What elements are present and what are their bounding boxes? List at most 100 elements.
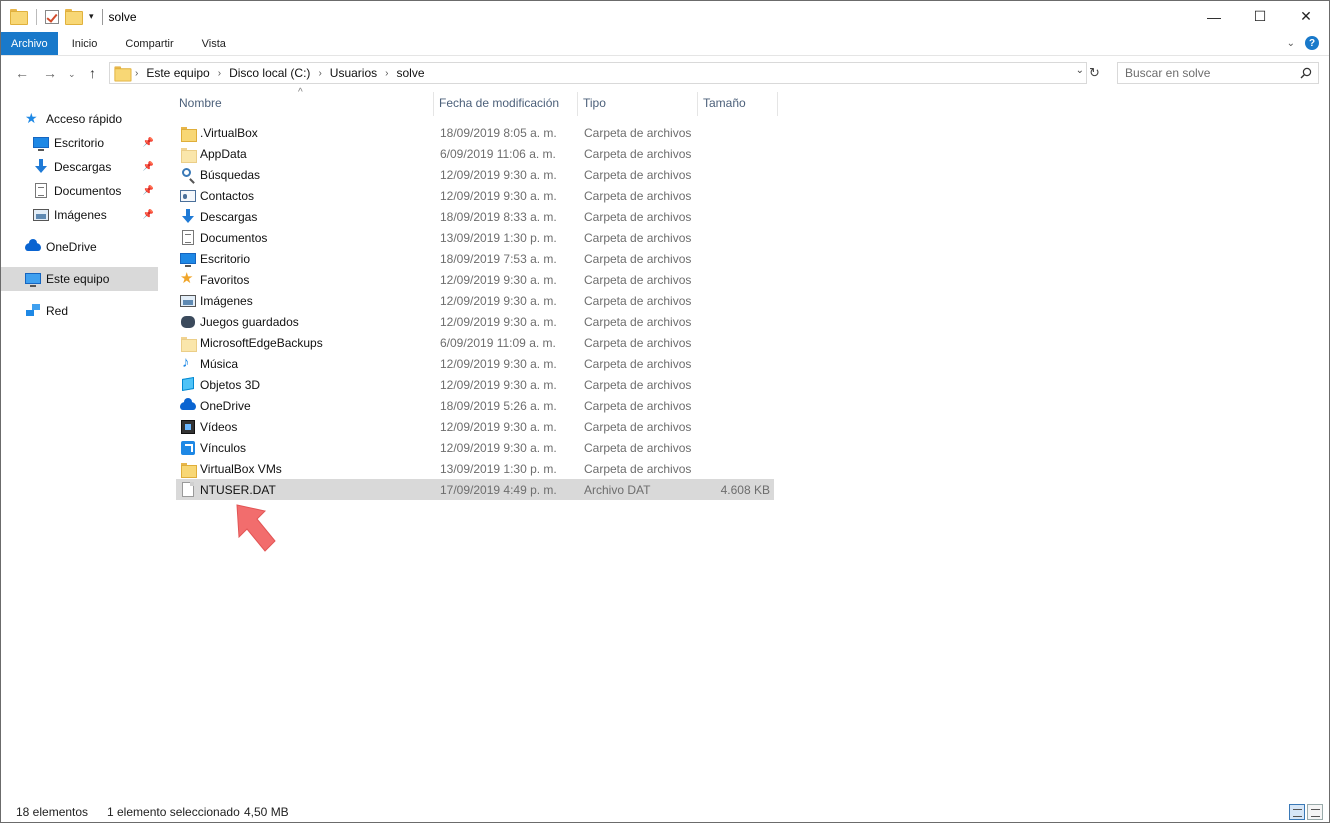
column-header-date[interactable]: Fecha de modificación xyxy=(434,90,578,116)
sidebar-item-imagenes[interactable]: Imágenes 📌 xyxy=(1,203,158,227)
column-header-type[interactable]: Tipo xyxy=(578,90,698,116)
title-bar: ▾ solve — ☐ ✕ xyxy=(1,1,1329,32)
file-row[interactable]: Objetos 3D 12/09/2019 9:30 a. m. Carpeta… xyxy=(176,374,774,395)
sidebar-item-este-equipo[interactable]: Este equipo xyxy=(1,267,158,291)
file-type: Carpeta de archivos xyxy=(584,377,692,392)
pictures-icon xyxy=(33,207,49,223)
file-row[interactable]: Escritorio 18/09/2019 7:53 a. m. Carpeta… xyxy=(176,248,774,269)
contacts-icon xyxy=(180,188,196,204)
file-name: Vídeos xyxy=(200,419,238,434)
file-name: Juegos guardados xyxy=(200,314,299,329)
quick-access-toolbar: ▾ solve xyxy=(1,1,137,32)
file-name: Objetos 3D xyxy=(200,377,261,392)
file-row[interactable]: Documentos 13/09/2019 1:30 p. m. Carpeta… xyxy=(176,227,774,248)
navigation-bar: ← → ⌄ ↑ › Este equipo › Disco local (C:)… xyxy=(1,56,1329,90)
breadcrumb-separator-icon[interactable]: › xyxy=(313,68,326,79)
close-button[interactable]: ✕ xyxy=(1283,1,1329,32)
downloads-icon xyxy=(33,159,49,175)
maximize-button[interactable]: ☐ xyxy=(1237,1,1283,32)
title-divider xyxy=(101,8,103,25)
sidebar-item-red[interactable]: Red xyxy=(1,299,158,323)
breadcrumb-separator-icon[interactable]: › xyxy=(380,68,393,79)
help-icon[interactable]: ? xyxy=(1305,36,1319,50)
sidebar-item-escritorio[interactable]: Escritorio 📌 xyxy=(1,131,158,155)
file-name: AppData xyxy=(200,146,247,161)
address-bar[interactable]: › Este equipo › Disco local (C:) › Usuar… xyxy=(109,62,1087,84)
minimize-button[interactable]: — xyxy=(1191,1,1237,32)
folder-icon xyxy=(180,146,197,163)
file-row[interactable]: Contactos 12/09/2019 9:30 a. m. Carpeta … xyxy=(176,185,774,206)
large-icons-view-icon[interactable] xyxy=(1307,804,1323,820)
file-row[interactable]: Descargas 18/09/2019 8:33 a. m. Carpeta … xyxy=(176,206,774,227)
status-item-count: 18 elementos xyxy=(16,805,89,819)
downloads-icon xyxy=(180,208,196,225)
file-explorer-window: ▾ solve — ☐ ✕ Archivo Inicio Compartir V… xyxy=(0,0,1330,823)
breadcrumb-separator-icon[interactable]: › xyxy=(130,68,143,79)
file-row[interactable]: OneDrive 18/09/2019 5:26 a. m. Carpeta d… xyxy=(176,395,774,416)
back-arrow-icon[interactable]: ← xyxy=(15,65,29,81)
file-date: 17/09/2019 4:49 p. m. xyxy=(440,482,557,497)
breadcrumb-disco-local[interactable]: Disco local (C:) xyxy=(226,66,313,80)
column-headers: ^ Nombre Fecha de modificación Tipo Tama… xyxy=(174,87,784,116)
search-icon[interactable] xyxy=(1300,67,1312,79)
file-date: 12/09/2019 9:30 a. m. xyxy=(440,272,557,287)
address-history-chevron-icon[interactable]: ⌄ xyxy=(1076,65,1084,76)
file-date: 18/09/2019 8:33 a. m. xyxy=(440,209,557,224)
expand-ribbon-chevron-icon[interactable]: ⌄ xyxy=(1287,38,1295,49)
file-date: 12/09/2019 9:30 a. m. xyxy=(440,167,557,182)
folder-icon xyxy=(180,125,197,142)
file-row[interactable]: MicrosoftEdgeBackups 6/09/2019 11:09 a. … xyxy=(176,332,774,353)
sidebar-item-descargas[interactable]: Descargas 📌 xyxy=(1,155,158,179)
column-header-size[interactable]: Tamaño xyxy=(698,90,778,116)
file-type: Carpeta de archivos xyxy=(584,335,692,350)
pin-icon: 📌 xyxy=(142,209,154,219)
tab-inicio[interactable]: Inicio xyxy=(58,32,112,55)
desktop-icon xyxy=(33,135,49,151)
refresh-icon[interactable]: ↻ xyxy=(1089,65,1105,81)
breadcrumb-separator-icon[interactable]: › xyxy=(213,68,226,79)
breadcrumb-este-equipo[interactable]: Este equipo xyxy=(143,66,212,80)
file-row[interactable]: Vídeos 12/09/2019 9:30 a. m. Carpeta de … xyxy=(176,416,774,437)
details-view-icon[interactable] xyxy=(1289,804,1305,820)
column-header-name[interactable]: Nombre xyxy=(174,90,434,116)
forward-arrow-icon[interactable]: → xyxy=(43,65,57,81)
up-arrow-icon[interactable]: ↑ xyxy=(89,65,96,81)
breadcrumb-solve[interactable]: solve xyxy=(393,66,427,80)
window-title: solve xyxy=(108,9,137,24)
customize-toolbar-chevron-icon[interactable]: ▾ xyxy=(89,11,94,22)
column-divider[interactable] xyxy=(777,92,778,116)
file-row[interactable]: Imágenes 12/09/2019 9:30 a. m. Carpeta d… xyxy=(176,290,774,311)
tab-compartir[interactable]: Compartir xyxy=(111,32,187,55)
file-row[interactable]: Búsquedas 12/09/2019 9:30 a. m. Carpeta … xyxy=(176,164,774,185)
sidebar-item-label: Este equipo xyxy=(46,272,110,286)
file-name: Vínculos xyxy=(200,440,247,455)
sidebar-item-quick-access[interactable]: ★ Acceso rápido xyxy=(25,107,158,131)
sidebar-item-onedrive[interactable]: OneDrive xyxy=(1,235,158,259)
file-row[interactable]: ♪ Música 12/09/2019 9:30 a. m. Carpeta de… xyxy=(176,353,774,374)
properties-icon[interactable] xyxy=(45,9,59,24)
links-icon xyxy=(180,440,196,456)
file-type: Carpeta de archivos xyxy=(584,146,692,161)
file-date: 12/09/2019 9:30 a. m. xyxy=(440,314,557,329)
search-input[interactable] xyxy=(1118,66,1288,80)
file-date: 13/09/2019 1:30 p. m. xyxy=(440,230,557,245)
file-row[interactable]: AppData 6/09/2019 11:06 a. m. Carpeta de… xyxy=(176,143,774,164)
pictures-icon xyxy=(180,293,196,309)
tab-vista[interactable]: Vista xyxy=(188,32,240,55)
file-date: 18/09/2019 8:05 a. m. xyxy=(440,125,557,140)
search-box[interactable] xyxy=(1117,62,1319,84)
file-row[interactable]: Juegos guardados 12/09/2019 9:30 a. m. C… xyxy=(176,311,774,332)
file-row[interactable]: Vínculos 12/09/2019 9:30 a. m. Carpeta d… xyxy=(176,437,774,458)
new-folder-icon[interactable] xyxy=(65,8,83,25)
file-name: Contactos xyxy=(200,188,255,203)
file-date: 6/09/2019 11:09 a. m. xyxy=(440,335,556,350)
file-row[interactable]: VirtualBox VMs 13/09/2019 1:30 p. m. Car… xyxy=(176,458,774,479)
sidebar-item-documentos[interactable]: Documentos 📌 xyxy=(1,179,158,203)
breadcrumb-usuarios[interactable]: Usuarios xyxy=(327,66,380,80)
recent-locations-chevron-icon[interactable]: ⌄ xyxy=(68,69,76,80)
tab-archivo[interactable]: Archivo xyxy=(1,32,58,55)
annotation-arrow-icon xyxy=(236,504,276,552)
file-row-selected[interactable]: NTUSER.DAT 17/09/2019 4:49 p. m. Archivo… xyxy=(176,479,774,500)
file-row[interactable]: ★ Favoritos 12/09/2019 9:30 a. m. Carpeta… xyxy=(176,269,774,290)
file-row[interactable]: .VirtualBox 18/09/2019 8:05 a. m. Carpet… xyxy=(176,122,774,143)
